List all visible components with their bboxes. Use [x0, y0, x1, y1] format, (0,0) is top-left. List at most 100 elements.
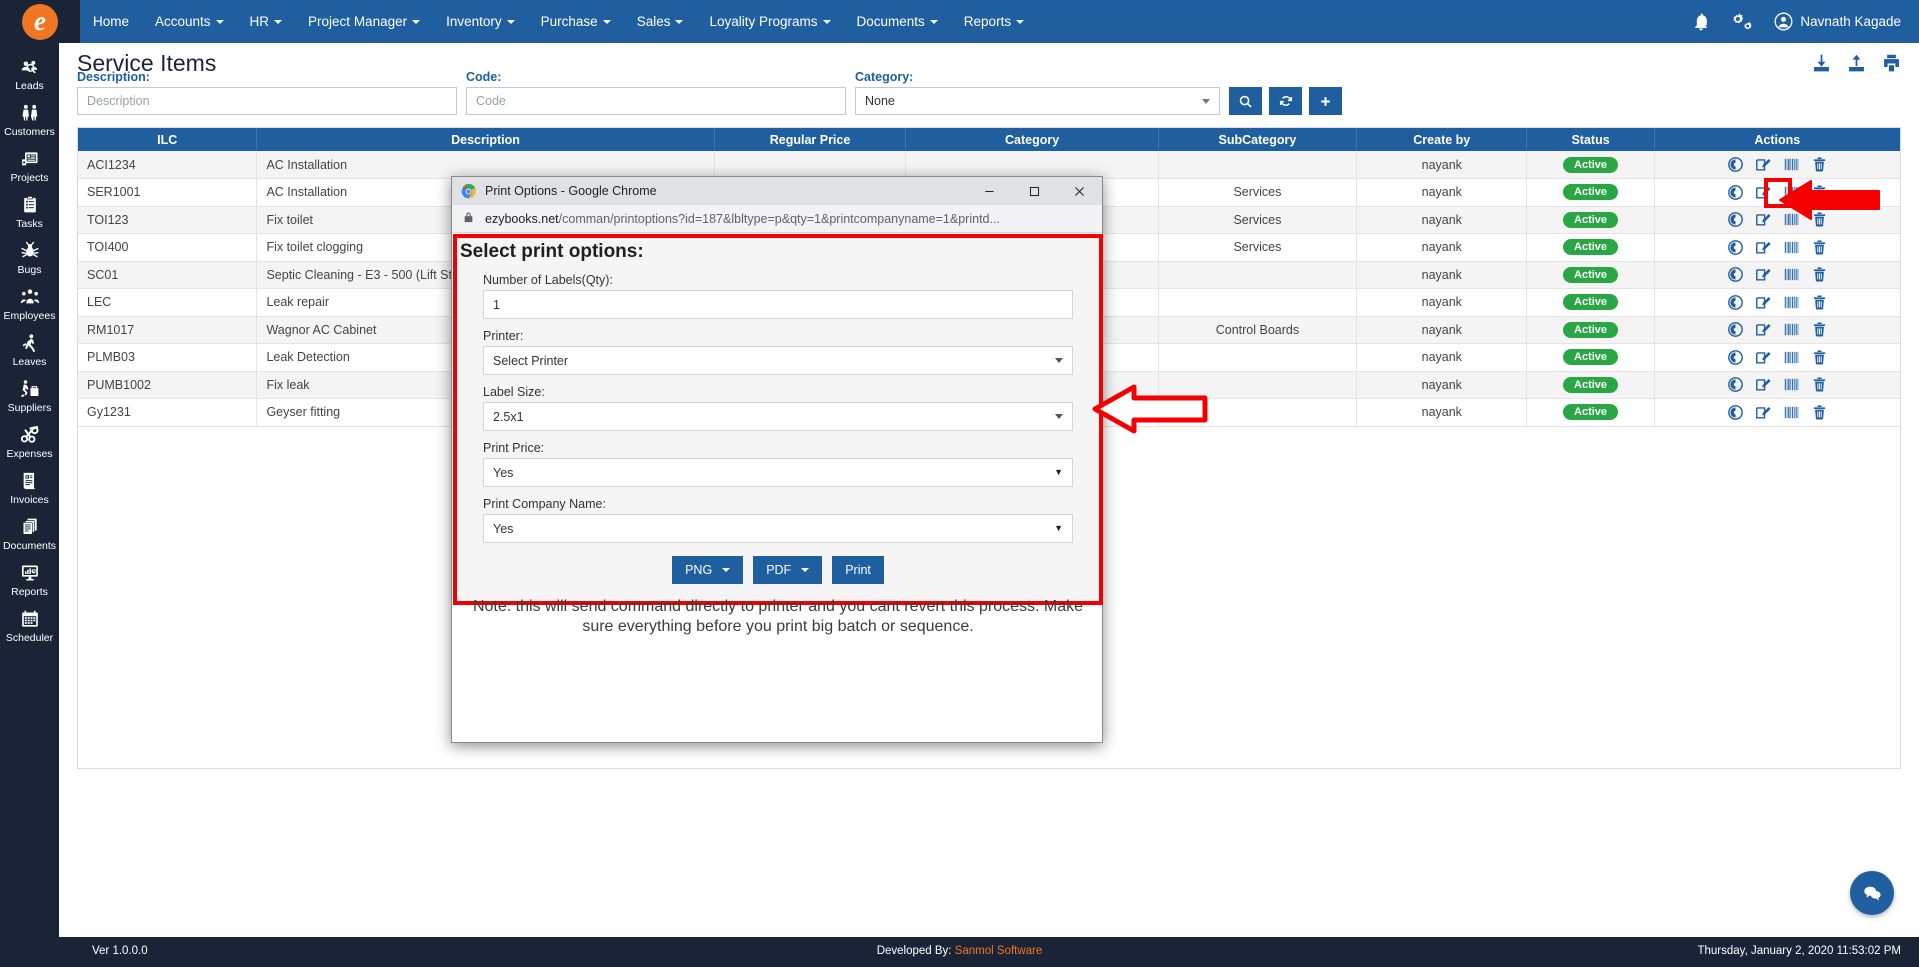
view-icon[interactable] [1727, 266, 1744, 283]
column-header-actions[interactable]: Actions [1654, 128, 1900, 151]
label-size-select[interactable]: 2.5x1 [483, 402, 1073, 431]
barcode-icon[interactable] [1783, 376, 1800, 393]
column-header-ilc[interactable]: ILC [78, 128, 258, 151]
nav-item-documents[interactable]: Documents [844, 0, 951, 43]
view-icon[interactable] [1727, 349, 1744, 366]
sidebar-item-invoices[interactable]: Invoices [0, 465, 59, 511]
sidebar-item-projects[interactable]: Projects [0, 143, 59, 189]
print-price-select[interactable]: Yes ▼ [483, 458, 1073, 487]
edit-icon[interactable] [1755, 184, 1772, 201]
view-icon[interactable] [1727, 239, 1744, 256]
column-header-status[interactable]: Status [1526, 128, 1655, 151]
print-options-popup-window[interactable]: Print Options - Google Chrome ezybooks.n… [451, 176, 1103, 743]
barcode-icon[interactable] [1783, 184, 1800, 201]
cell-create_by: nayank [1356, 233, 1528, 262]
sidebar-item-customers[interactable]: Customers [0, 97, 59, 143]
barcode-icon[interactable] [1783, 266, 1800, 283]
barcode-icon[interactable] [1783, 211, 1800, 228]
bell-icon[interactable] [1691, 12, 1711, 32]
delete-icon[interactable] [1811, 376, 1828, 393]
nav-item-loyality-programs[interactable]: Loyality Programs [696, 0, 843, 43]
sidebar-item-tasks[interactable]: Tasks [0, 189, 59, 235]
edit-icon[interactable] [1755, 156, 1772, 173]
category-select[interactable]: None [855, 87, 1220, 115]
edit-icon[interactable] [1755, 404, 1772, 421]
edit-icon[interactable] [1755, 294, 1772, 311]
sidebar-item-expenses[interactable]: Expenses [0, 419, 59, 465]
delete-icon[interactable] [1811, 266, 1828, 283]
user-menu[interactable]: Navnath Kagade [1774, 12, 1901, 31]
delete-icon[interactable] [1811, 239, 1828, 256]
view-icon[interactable] [1727, 321, 1744, 338]
barcode-icon[interactable] [1783, 321, 1800, 338]
view-icon[interactable] [1727, 376, 1744, 393]
sidebar-item-documents[interactable]: Documents [0, 511, 59, 557]
view-icon[interactable] [1727, 156, 1744, 173]
view-icon[interactable] [1727, 211, 1744, 228]
barcode-icon[interactable] [1783, 156, 1800, 173]
number-of-labels-qty-input[interactable] [483, 290, 1073, 319]
description-input[interactable] [77, 87, 457, 115]
delete-icon[interactable] [1811, 294, 1828, 311]
sidebar-item-leaves[interactable]: Leaves [0, 327, 59, 373]
footer-developer-link[interactable]: Sanmol Software [955, 945, 1043, 957]
column-header-subcategory[interactable]: SubCategory [1158, 128, 1358, 151]
cell-subcategory: Services [1158, 178, 1358, 207]
table-row[interactable]: ACI1234 AC Installation nayank Active [78, 151, 1900, 179]
delete-icon[interactable] [1811, 321, 1828, 338]
edit-icon[interactable] [1755, 321, 1772, 338]
nav-item-sales[interactable]: Sales [624, 0, 697, 43]
column-header-category[interactable]: Category [905, 128, 1159, 151]
delete-icon[interactable] [1811, 349, 1828, 366]
gears-icon[interactable] [1731, 11, 1754, 32]
code-input[interactable] [466, 87, 846, 115]
nav-item-project-manager[interactable]: Project Manager [295, 0, 433, 43]
edit-icon[interactable] [1755, 211, 1772, 228]
edit-icon[interactable] [1755, 349, 1772, 366]
edit-icon[interactable] [1755, 376, 1772, 393]
view-icon[interactable] [1727, 294, 1744, 311]
refresh-button[interactable] [1269, 87, 1302, 115]
delete-icon[interactable] [1811, 184, 1828, 201]
edit-icon[interactable] [1755, 266, 1772, 283]
nav-item-accounts[interactable]: Accounts [142, 0, 237, 43]
edit-icon[interactable] [1755, 239, 1772, 256]
maximize-button[interactable] [1012, 177, 1057, 205]
minimize-button[interactable] [967, 177, 1012, 205]
nav-item-inventory[interactable]: Inventory [433, 0, 528, 43]
pdf-button[interactable]: PDF [753, 556, 823, 584]
close-button[interactable] [1057, 177, 1102, 205]
delete-icon[interactable] [1811, 156, 1828, 173]
delete-icon[interactable] [1811, 211, 1828, 228]
delete-icon[interactable] [1811, 404, 1828, 421]
popup-url-bar[interactable]: ezybooks.net/comman/printoptions?id=187&… [452, 205, 1102, 233]
column-header-regular-price[interactable]: Regular Price [714, 128, 907, 151]
nav-item-home[interactable]: Home [80, 0, 142, 43]
column-header-create-by[interactable]: Create by [1356, 128, 1528, 151]
barcode-icon[interactable] [1783, 349, 1800, 366]
nav-item-reports[interactable]: Reports [951, 0, 1037, 43]
view-icon[interactable] [1727, 404, 1744, 421]
barcode-icon[interactable] [1783, 404, 1800, 421]
png-button[interactable]: PNG [672, 556, 744, 584]
chat-bubble-button[interactable] [1850, 871, 1894, 915]
add-button[interactable] [1309, 87, 1342, 115]
print-company-name-select[interactable]: Yes ▼ [483, 514, 1073, 543]
barcode-icon[interactable] [1783, 239, 1800, 256]
sidebar-item-reports[interactable]: Reports [0, 557, 59, 603]
print-button[interactable]: Print [832, 556, 884, 584]
nav-item-purchase[interactable]: Purchase [528, 0, 624, 43]
brand-logo[interactable]: e [0, 0, 80, 43]
view-icon[interactable] [1727, 184, 1744, 201]
sidebar-item-leads[interactable]: Leads [0, 51, 59, 97]
column-header-description[interactable]: Description [256, 128, 715, 151]
cell-ilc: TOI123 [78, 206, 258, 234]
sidebar-item-scheduler[interactable]: Scheduler [0, 603, 59, 649]
sidebar-item-suppliers[interactable]: Suppliers [0, 373, 59, 419]
barcode-icon[interactable] [1783, 294, 1800, 311]
printer-select[interactable]: Select Printer [483, 346, 1073, 375]
sidebar-item-bugs[interactable]: Bugs [0, 235, 59, 281]
nav-item-hr[interactable]: HR [237, 0, 296, 43]
search-button[interactable] [1229, 87, 1262, 115]
sidebar-item-employees[interactable]: Employees [0, 281, 59, 327]
